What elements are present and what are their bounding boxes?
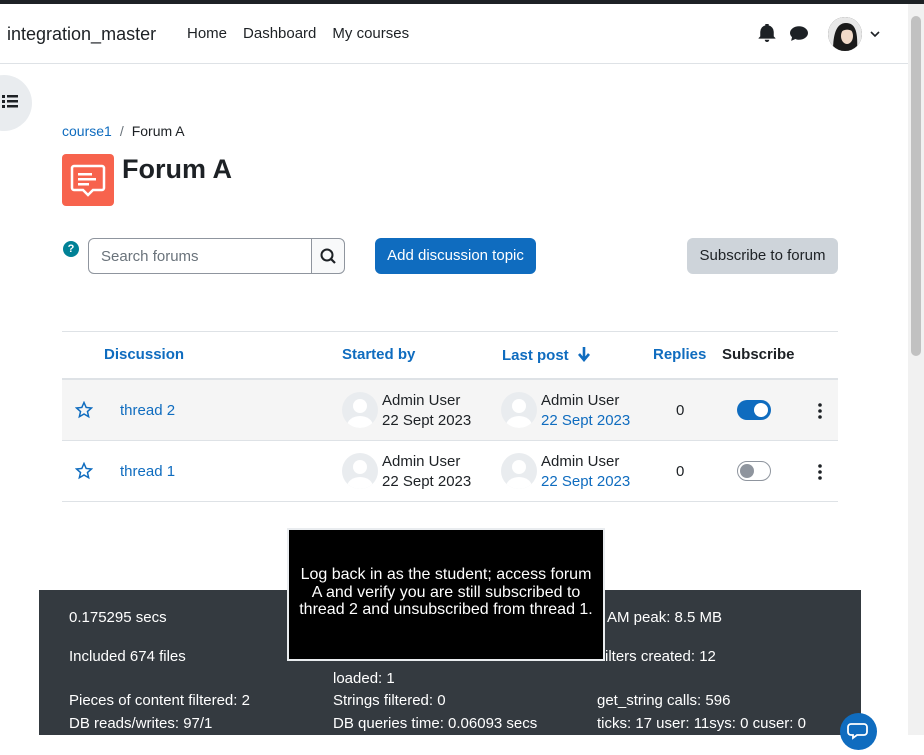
footer-files: Included 674 files <box>69 648 186 665</box>
search-form <box>88 238 345 274</box>
more-options-icon[interactable] <box>817 463 823 481</box>
breadcrumb: course1 / Forum A <box>62 123 185 139</box>
footer-secs: 0.175295 secs <box>69 609 167 626</box>
footer-db-rw: DB reads/writes: 97/1 <box>69 715 213 732</box>
navbar: integration_master Home Dashboard My cou… <box>0 4 908 64</box>
table-top-border <box>62 331 838 332</box>
header-subscribe: Subscribe <box>722 346 795 363</box>
site-brand[interactable]: integration_master <box>7 24 156 45</box>
primary-nav: Home Dashboard My courses <box>187 25 425 42</box>
chat-icon <box>847 723 868 740</box>
footer-ram: AM peak: 8.5 MB <box>607 609 723 626</box>
user-avatar[interactable] <box>828 17 862 51</box>
table-row: thread 2 Admin User 22 Sept 2023 Admin U… <box>62 380 838 441</box>
replies-count[interactable]: 0 <box>676 463 684 480</box>
last-post-date-link[interactable]: 22 Sept 2023 <box>541 412 630 429</box>
instruction-tooltip: Log back in as the student; access forum… <box>287 528 605 661</box>
header-last-post[interactable]: Last post <box>502 346 591 364</box>
replies-count[interactable]: 0 <box>676 402 684 419</box>
nav-my-courses[interactable]: My courses <box>332 25 409 42</box>
breadcrumb-separator: / <box>119 123 124 139</box>
scrollbar-thumb[interactable] <box>911 16 921 356</box>
breadcrumb-current: Forum A <box>131 123 185 139</box>
user-picture[interactable] <box>501 453 537 489</box>
nav-dashboard[interactable]: Dashboard <box>243 25 316 42</box>
started-by-name: Admin User <box>382 392 461 409</box>
footer-loaded: loaded: 1 <box>333 670 395 687</box>
more-options-icon[interactable] <box>817 402 823 420</box>
header-replies[interactable]: Replies <box>653 346 706 363</box>
chat-bubble-icon[interactable] <box>790 24 810 44</box>
subscribe-toggle[interactable] <box>737 400 771 420</box>
footer-db-time: DB queries time: 0.06093 secs <box>333 715 538 732</box>
nav-home[interactable]: Home <box>187 25 227 42</box>
started-date: 22 Sept 2023 <box>382 473 472 490</box>
started-by-name: Admin User <box>382 453 461 470</box>
search-input[interactable] <box>88 238 312 274</box>
star-icon[interactable] <box>74 461 94 485</box>
started-date: 22 Sept 2023 <box>382 412 472 429</box>
footer-content-filtered: Pieces of content filtered: 2 <box>69 692 250 709</box>
search-button[interactable] <box>311 238 345 274</box>
footer-strings-filtered: Strings filtered: 0 <box>333 692 446 709</box>
discussion-link[interactable]: thread 1 <box>120 463 175 480</box>
last-post-name: Admin User <box>541 392 620 409</box>
toggle-knob <box>740 464 754 478</box>
subscribe-toggle[interactable] <box>737 461 771 481</box>
last-post-name: Admin User <box>541 453 620 470</box>
chat-fab-button[interactable] <box>840 713 877 750</box>
discussion-link[interactable]: thread 2 <box>120 402 175 419</box>
header-discussion[interactable]: Discussion <box>104 346 184 363</box>
chevron-down-icon[interactable] <box>870 26 880 44</box>
add-discussion-button[interactable]: Add discussion topic <box>375 238 536 274</box>
user-picture[interactable] <box>342 392 378 428</box>
user-picture[interactable] <box>501 392 537 428</box>
table-row: thread 1 Admin User 22 Sept 2023 Admin U… <box>62 441 838 502</box>
star-icon[interactable] <box>74 400 94 424</box>
footer-get-string: get_string calls: 596 <box>597 692 731 709</box>
list-icon <box>0 92 20 115</box>
footer-filters-created: ilters created: 12 <box>605 648 716 665</box>
search-icon <box>320 248 336 264</box>
toggle-knob <box>754 403 768 417</box>
forum-activity-icon <box>62 154 114 206</box>
footer-ticks: ticks: 17 user: 11sys: 0 cuser: 0 <box>597 715 806 732</box>
page-title: Forum A <box>122 154 232 184</box>
help-icon[interactable]: ? <box>63 241 79 257</box>
subscribe-forum-button[interactable]: Subscribe to forum <box>687 238 838 274</box>
user-picture[interactable] <box>342 453 378 489</box>
bell-icon[interactable] <box>758 22 778 44</box>
breadcrumb-course[interactable]: course1 <box>62 123 112 139</box>
last-post-date-link[interactable]: 22 Sept 2023 <box>541 473 630 490</box>
header-started-by[interactable]: Started by <box>342 346 415 363</box>
arrow-down-icon <box>577 347 590 363</box>
